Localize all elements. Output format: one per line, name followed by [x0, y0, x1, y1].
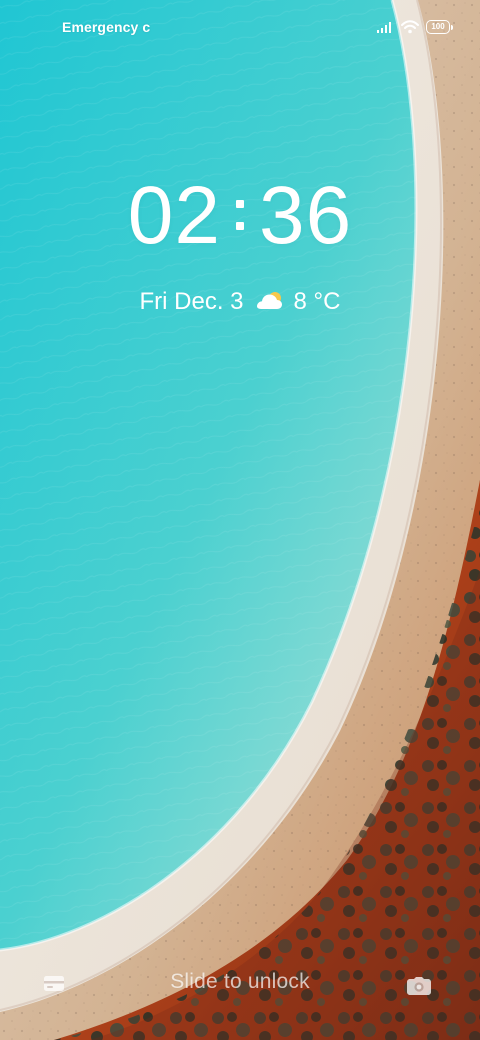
battery-level: 100	[431, 22, 445, 31]
carrier-text: Emergency c	[62, 19, 151, 35]
wifi-icon	[401, 20, 419, 34]
status-icons: 100	[376, 17, 453, 37]
clock-separator-icon	[231, 186, 249, 246]
clock-hour: 02	[127, 170, 221, 261]
date-weather: Fri Dec. 3 8 °C	[0, 286, 480, 318]
battery-icon: 100	[426, 20, 453, 34]
partly-cloudy-icon	[256, 292, 282, 309]
signal-icon	[377, 22, 391, 33]
camera-icon[interactable]	[406, 974, 432, 996]
lock-screen: Emergency c 100 02 36 Fri Dec. 3 8 °C Sl…	[0, 0, 480, 1040]
lock-clock: 02 36	[0, 170, 480, 262]
clock-minute: 36	[259, 170, 353, 261]
status-bar: Emergency c 100	[0, 0, 480, 56]
beach-wallpaper	[0, 0, 480, 1040]
temperature: 8 °C	[293, 288, 341, 315]
lock-date: Fri Dec. 3	[139, 288, 244, 315]
lock-bottom-bar: Slide to unlock	[0, 966, 480, 1002]
